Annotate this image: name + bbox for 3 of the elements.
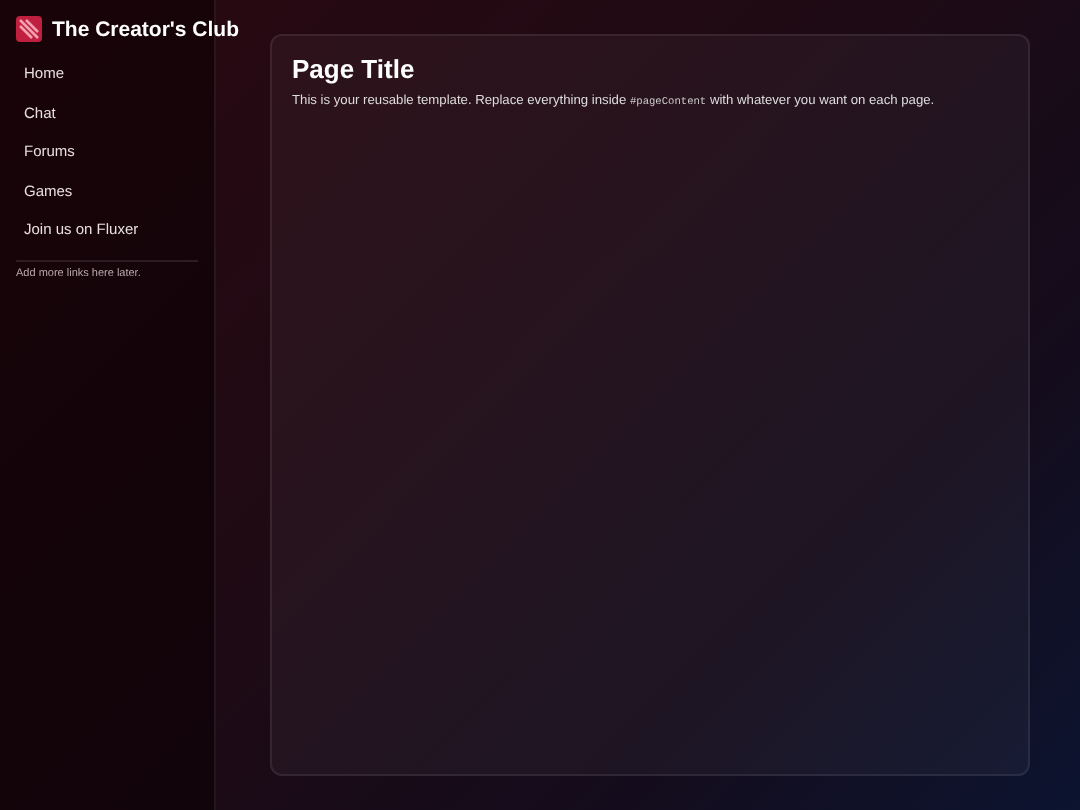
logo-icon [16, 16, 42, 42]
site-title: The Creator's Club [52, 17, 240, 41]
page-title: Page Title [292, 54, 417, 84]
